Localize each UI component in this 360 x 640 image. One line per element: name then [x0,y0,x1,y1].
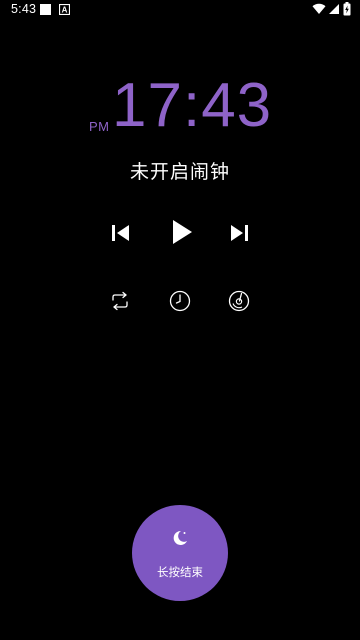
skip-previous-icon[interactable] [111,224,131,242]
svg-text:A: A [62,6,68,15]
skip-next-icon[interactable] [229,224,249,242]
signal-icon [329,4,339,14]
clock-time: 17:43 [112,71,273,140]
clock-ampm: PM [89,119,110,134]
timer-icon[interactable] [228,290,250,312]
repeat-icon[interactable] [109,291,131,311]
play-icon[interactable] [171,219,193,245]
wifi-icon [312,3,326,15]
long-press-end-button[interactable]: 长按结束 [132,505,228,601]
status-bar: 5:43 A [0,0,360,20]
status-time: 5:43 [11,2,37,16]
moon-icon [173,530,187,545]
notification-square-icon [40,4,51,15]
clock-icon[interactable] [169,290,191,312]
notification-a-icon: A [59,4,70,15]
alarm-status-text: 未开启闹钟 [129,161,230,183]
end-button-label: 长按结束 [157,565,203,579]
battery-charging-icon [343,2,351,16]
